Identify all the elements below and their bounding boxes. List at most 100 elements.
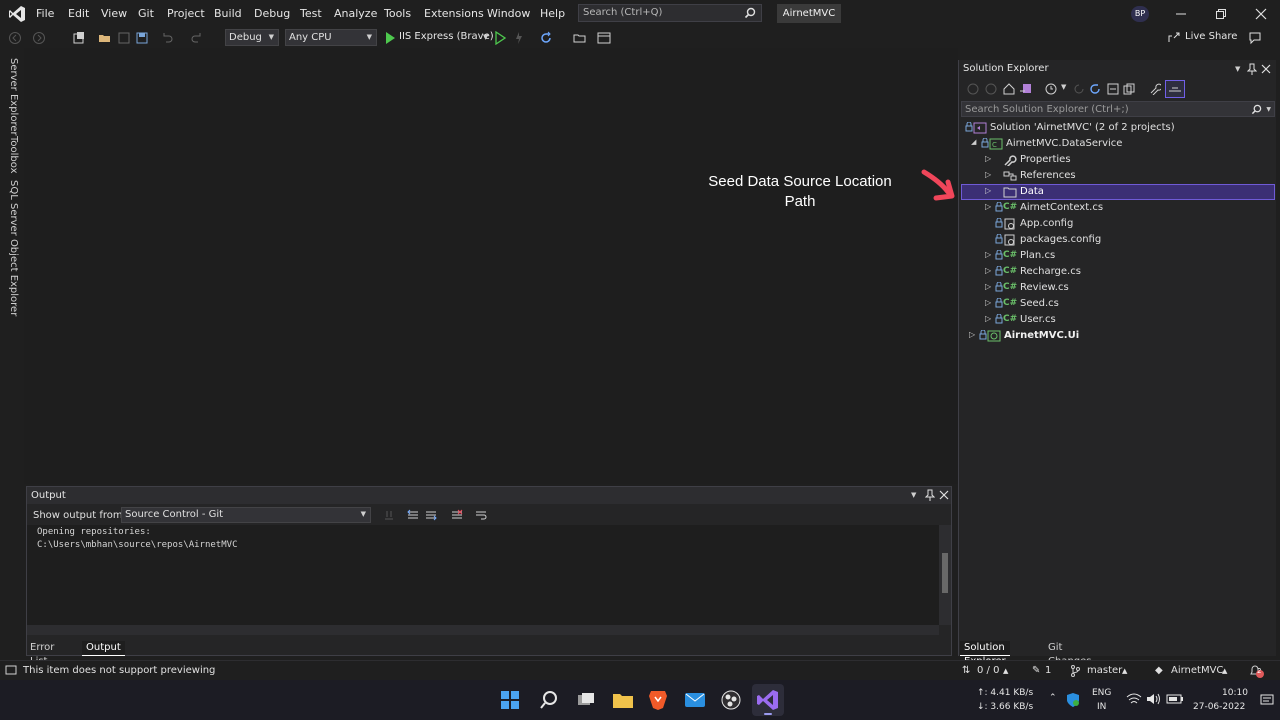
back-icon[interactable] [967,83,979,95]
save-all-icon[interactable] [135,31,149,45]
security-shield-icon[interactable] [1066,692,1080,708]
close-icon[interactable] [939,490,949,500]
tree-item-references[interactable]: ▷ References [961,168,1275,184]
feedback-icon[interactable] [1248,31,1262,45]
obs-icon[interactable] [721,690,741,710]
menu-debug[interactable]: Debug [254,7,290,20]
layout-icon[interactable] [597,31,611,45]
run-target-dropdown-icon[interactable]: ▼ [483,33,488,41]
task-view-icon[interactable] [576,690,596,710]
tab-git-changes[interactable]: Git Changes [1044,641,1095,667]
redo-icon[interactable] [190,31,204,45]
tree-item-user[interactable]: ▷ C# User.cs [961,312,1275,328]
tab-solution-explorer[interactable]: Solution Explorer [960,641,1010,667]
restore-icon[interactable] [1215,8,1227,20]
tab-error-list[interactable]: Error List ... [26,641,58,681]
chevron-down-icon[interactable]: ▼ [1061,83,1066,91]
word-wrap-icon[interactable] [475,509,487,521]
tab-toolbox[interactable]: Toolbox [8,136,19,174]
chevron-up-icon[interactable]: ▲ [1222,667,1227,675]
tree-item-app-config[interactable]: App.config [961,216,1275,232]
next-message-icon[interactable] [425,509,437,521]
menu-analyze[interactable]: Analyze [334,7,377,20]
chevron-right-icon[interactable]: ▷ [985,170,991,179]
forward-icon[interactable] [985,83,997,95]
platform-select[interactable]: Any CPU ▼ [285,29,377,46]
refresh-icon[interactable] [539,31,553,45]
chevron-up-icon[interactable]: ⌃ [1049,693,1057,703]
chevron-up-icon[interactable]: ▲ [1003,667,1008,675]
repository-name[interactable]: AirnetMVC [1171,665,1223,676]
horizontal-scrollbar[interactable] [27,625,939,635]
properties-wrench-icon[interactable] [1149,83,1161,95]
notification-center-icon[interactable] [1260,693,1274,707]
menu-edit[interactable]: Edit [68,7,89,20]
close-icon[interactable] [1255,8,1267,20]
hot-reload-icon[interactable] [512,31,526,45]
expanded-arrow-icon[interactable]: ◢ [971,138,976,146]
pin-icon[interactable] [1247,63,1257,75]
vertical-scrollbar[interactable] [939,525,951,625]
chevron-right-icon[interactable]: ▷ [985,314,991,323]
tab-server-explorer[interactable]: Server Explorer [8,58,19,136]
pin-icon[interactable] [925,489,935,501]
minimize-icon[interactable] [1175,8,1187,20]
window-position-icon[interactable]: ▼ [911,491,916,499]
previous-message-icon[interactable] [407,509,419,521]
tree-item-plan[interactable]: ▷ C# Plan.cs [961,248,1275,264]
file-explorer-icon[interactable] [612,690,634,710]
switch-views-icon[interactable] [1019,83,1033,95]
menu-extensions[interactable]: Extensions [424,7,484,20]
back-icon[interactable] [8,31,22,45]
chevron-right-icon[interactable]: ▷ [985,298,991,307]
live-share-icon[interactable] [1168,31,1180,43]
start-without-debugging-icon[interactable] [494,31,506,45]
tree-item-solution[interactable]: Solution 'AirnetMVC' (2 of 2 projects) [961,120,1275,136]
tree-item-properties[interactable]: ▷ Properties [961,152,1275,168]
menu-window[interactable]: Window [487,7,530,20]
chevron-right-icon[interactable]: ▷ [985,202,991,211]
menu-help[interactable]: Help [540,7,565,20]
chevron-up-icon[interactable]: ▲ [1122,667,1127,675]
preview-selected-items-icon[interactable] [1165,80,1185,98]
start-debugging-icon[interactable] [384,31,396,45]
volume-icon[interactable] [1146,693,1162,705]
chevron-right-icon[interactable]: ▷ [985,282,991,291]
run-target-label[interactable]: IIS Express (Brave) [399,31,494,42]
show-all-files-icon[interactable] [1123,83,1135,95]
configuration-select[interactable]: Debug ▼ [225,29,279,46]
chevron-right-icon[interactable]: ▷ [985,266,991,275]
avatar[interactable]: BP [1131,6,1149,22]
find-message-icon[interactable] [383,509,395,521]
mail-icon[interactable] [684,691,706,709]
menu-tools[interactable]: Tools [384,7,411,20]
undo-icon[interactable] [160,31,174,45]
tree-item-recharge[interactable]: ▷ C# Recharge.cs [961,264,1275,280]
menu-file[interactable]: File [36,7,54,20]
windows-start-icon[interactable] [500,690,520,710]
search-input[interactable]: Search (Ctrl+Q) [578,4,762,22]
close-icon[interactable] [1261,64,1271,74]
tree-item-review[interactable]: ▷ C# Review.cs [961,280,1275,296]
clock-time[interactable]: 10:10 [1222,688,1248,698]
tree-item-data-folder[interactable]: ▷ Data [961,184,1275,200]
sync-icon[interactable] [1073,83,1085,95]
clear-all-icon[interactable] [451,509,463,521]
wifi-icon[interactable] [1126,693,1142,705]
menu-build[interactable]: Build [214,7,242,20]
branch-name[interactable]: master [1087,665,1122,676]
chevron-right-icon[interactable]: ▷ [985,186,991,195]
tree-item-ui-project[interactable]: ▷ AirnetMVC.Ui [961,328,1275,344]
battery-icon[interactable] [1166,693,1184,705]
output-text-area[interactable]: Opening repositories: C:\Users\mbhan\sou… [27,525,939,625]
language-region[interactable]: IN [1097,702,1106,712]
tab-output[interactable]: Output [82,641,125,656]
output-source-select[interactable]: Source Control - Git ▼ [121,507,371,523]
tree-item-seed[interactable]: ▷ C# Seed.cs [961,296,1275,312]
tree-item-packages-config[interactable]: packages.config [961,232,1275,248]
search-icon[interactable] [539,690,559,710]
chevron-right-icon[interactable]: ▷ [985,250,991,259]
clock-date[interactable]: 27-06-2022 [1193,702,1245,712]
open-folder-icon[interactable] [98,31,112,45]
collapse-all-icon[interactable] [1107,83,1119,95]
